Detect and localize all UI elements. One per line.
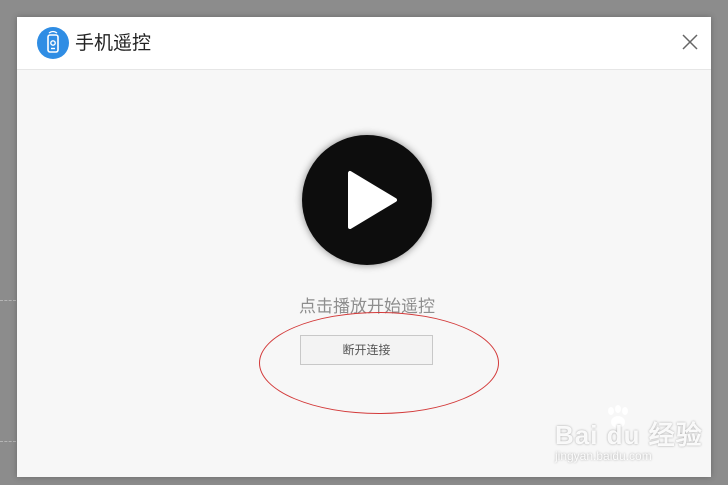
play-icon xyxy=(348,171,397,229)
baidu-jingyan-watermark: Bai du 经验 jingyan.baidu.com xyxy=(555,405,715,469)
disconnect-button[interactable]: 断开连接 xyxy=(300,335,433,365)
backdrop-divider xyxy=(0,441,16,442)
watermark-url: jingyan.baidu.com xyxy=(555,449,652,463)
play-hint-text: 点击播放开始遥控 xyxy=(299,297,435,317)
backdrop-divider xyxy=(0,300,16,301)
play-button[interactable] xyxy=(302,135,432,265)
dialog-title: 手机遥控 xyxy=(75,32,152,54)
close-icon[interactable] xyxy=(679,31,701,53)
dialog-titlebar: 手机遥控 xyxy=(17,17,711,70)
watermark-brand: Bai du 经验 xyxy=(555,420,703,450)
remote-control-icon xyxy=(37,27,69,59)
